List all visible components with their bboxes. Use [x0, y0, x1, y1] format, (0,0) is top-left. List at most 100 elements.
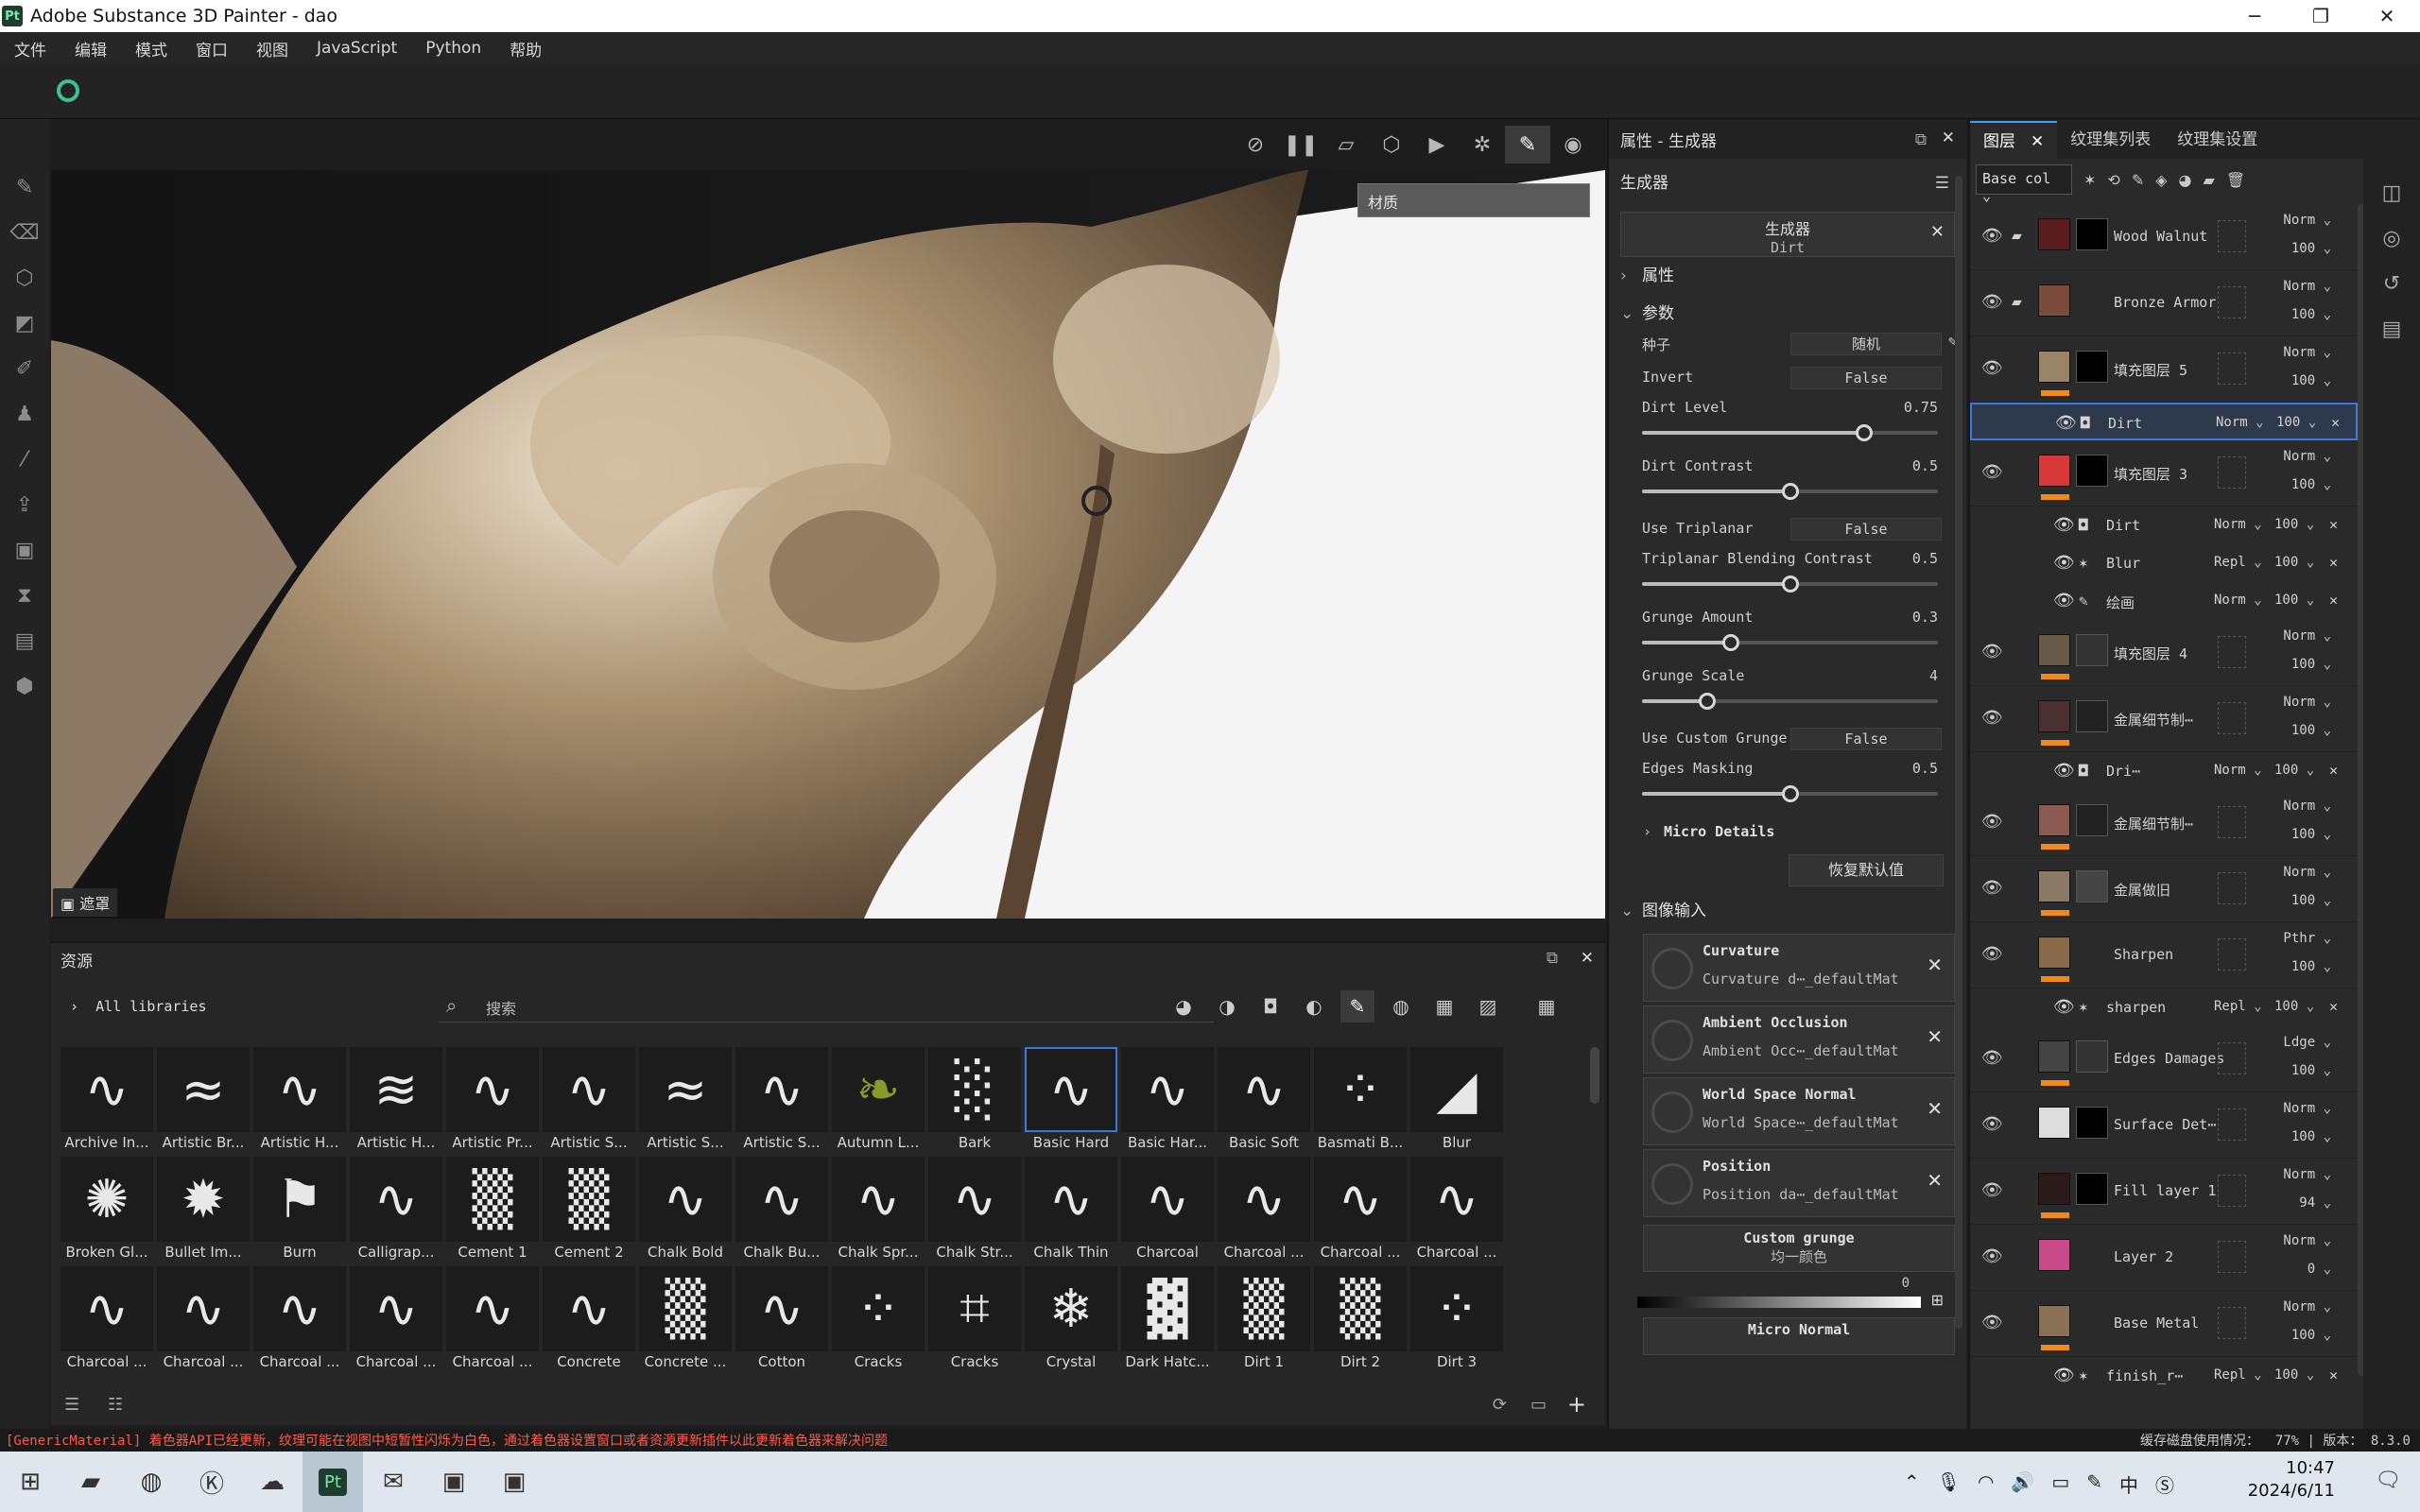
position-input[interactable]: Position Position da⋯_defaultMat ✕	[1643, 1149, 1955, 1217]
effect-row[interactable]: 👁 ✶ finish_r⋯ Repl ⌄ 100 ⌄ ✕	[1970, 1357, 2358, 1395]
opacity-field[interactable]: 100 ⌄	[2291, 827, 2331, 842]
folder-icon[interactable]: ▰	[2012, 226, 2022, 246]
assets-scrollbar[interactable]	[1590, 1047, 1599, 1104]
3d-view-icon[interactable]: ⬡	[1369, 126, 1414, 163]
layer-row[interactable]: 👁 填充图层 5 Norm ⌄ 100 ⌄	[1970, 336, 2358, 403]
folder-icon[interactable]: ▭	[1530, 1395, 1547, 1415]
sogou-icon[interactable]: Ⓢ	[2155, 1470, 2174, 1498]
tab-layers[interactable]: 图层 ✕	[1970, 121, 2058, 159]
blend-mode-select[interactable]: Norm ⌄	[2214, 517, 2262, 532]
edges-masking-slider[interactable]: Edges Masking 0.5	[1609, 754, 1966, 813]
close-tab-icon[interactable]: ✕	[2031, 132, 2044, 151]
opacity-field[interactable]: 94 ⌄	[2299, 1195, 2331, 1211]
edge-browser-icon[interactable]: ◍	[121, 1452, 182, 1512]
remove-effect-icon[interactable]: ✕	[2329, 592, 2338, 609]
add-mask-icon[interactable]: ⟲	[2107, 171, 2119, 189]
sort-icon[interactable]: ☷	[108, 1395, 123, 1415]
attributes-section[interactable]: › 属性	[1609, 257, 1966, 295]
drop-slot[interactable]	[2218, 806, 2246, 838]
grunge-amount-value[interactable]: 0.3	[1912, 609, 1938, 626]
slider-track[interactable]	[1642, 693, 1938, 710]
image-input-section[interactable]: ⌄ 图像输入	[1609, 892, 1966, 930]
notification-icon[interactable]: 🗨	[2375, 1469, 2401, 1492]
windows-start-icon[interactable]: ⊞	[0, 1452, 60, 1512]
layer-row[interactable]: 👁 Base Metal Norm ⌄ 100 ⌄	[1970, 1291, 2358, 1357]
hourglass-icon[interactable]: ⧗	[0, 573, 49, 618]
eye-icon[interactable]: 👁	[1981, 462, 2003, 482]
effect-row[interactable]: 👁 ✶ Blur Repl ⌄ 100 ⌄ ✕	[1970, 544, 2358, 582]
dirt-contrast-slider[interactable]: Dirt Contrast 0.5	[1609, 452, 1966, 510]
custom-grunge-input[interactable]: Custom grunge 均一颜色	[1643, 1225, 1955, 1272]
microphone-icon[interactable]: 🎙	[1937, 1470, 1961, 1498]
micro-details-section[interactable]: › Micro Details	[1609, 813, 1966, 850]
effect-row[interactable]: 👁 ◘ Dri⋯ Norm ⌄ 100 ⌄ ✕	[1970, 752, 2358, 790]
asset-tile[interactable]: ❧ Autumn L...	[832, 1047, 925, 1151]
asset-tile[interactable]: ∿ Artistic Pr...	[446, 1047, 539, 1151]
asset-tile[interactable]: ✹ Bullet Im...	[157, 1157, 250, 1261]
opacity-field[interactable]: 100 ⌄	[2291, 1328, 2331, 1343]
dirt-level-slider[interactable]: Dirt Level 0.75	[1609, 393, 1966, 452]
asset-tile[interactable]: ≈ Artistic S...	[639, 1047, 732, 1151]
eye-icon[interactable]: 👁	[1981, 1313, 2003, 1332]
clear-input-icon[interactable]: ✕	[1927, 954, 1943, 976]
hide-ui-icon[interactable]: ⊘	[1233, 126, 1278, 163]
slider-knob[interactable]	[1781, 483, 1799, 500]
battery-icon[interactable]: ▭	[2051, 1470, 2069, 1498]
slider-track[interactable]	[1642, 483, 1938, 500]
ambient-occlusion-input[interactable]: Ambient Occlusion Ambient Occ⋯_defaultMat…	[1643, 1005, 1955, 1074]
asset-tile[interactable]: ∿ Basic Hard	[1025, 1047, 1117, 1151]
asset-tile[interactable]: ∿ Chalk Thin	[1025, 1157, 1117, 1261]
blend-mode-select[interactable]: Repl ⌄	[2214, 555, 2262, 570]
slider-track[interactable]	[1642, 424, 1938, 441]
remove-effect-icon[interactable]: ✕	[2329, 1366, 2338, 1383]
color-picker-icon[interactable]: ⁄	[0, 437, 49, 482]
minimize-button[interactable]: ─	[2221, 0, 2288, 32]
mask-thumbnail[interactable]	[2076, 351, 2108, 383]
asset-tile[interactable]: ∿ Artistic S...	[735, 1047, 828, 1151]
asset-tile[interactable]: ∿ Charcoal ...	[253, 1266, 346, 1370]
library-selector[interactable]: › All libraries	[70, 998, 207, 1015]
triplanar-blending-value[interactable]: 0.5	[1912, 550, 1938, 567]
pen-icon[interactable]: ✎	[2086, 1470, 2102, 1498]
slider-knob[interactable]	[1781, 576, 1799, 593]
eye-icon[interactable]: 👁	[1981, 292, 2003, 312]
opacity-field[interactable]: 0 ⌄	[2308, 1262, 2331, 1277]
asset-tile[interactable]: ▒ Concrete ...	[639, 1266, 732, 1370]
eye-icon[interactable]: 👁	[2053, 997, 2075, 1017]
asset-tile[interactable]: ▒ Cement 1	[446, 1157, 539, 1261]
eye-icon[interactable]: 👁	[2053, 515, 2075, 535]
asset-tile[interactable]: ❄ Crystal	[1025, 1266, 1117, 1370]
invert-toggle[interactable]: False	[1790, 367, 1942, 389]
asset-tile[interactable]: ∿ Charcoal ...	[350, 1266, 442, 1370]
blend-mode-select[interactable]: Norm ⌄	[2214, 763, 2262, 778]
filter-brushes-icon[interactable]: ✎	[1340, 990, 1374, 1022]
file-explorer-icon[interactable]: ▰	[60, 1452, 121, 1512]
polygon-fill-icon[interactable]: ◩	[0, 301, 49, 346]
asset-tile[interactable]: ▓ Dark Hatc...	[1121, 1266, 1214, 1370]
menu-view[interactable]: 视图	[256, 37, 288, 60]
opacity-field[interactable]: 100 ⌄	[2291, 657, 2331, 672]
menu-icon[interactable]: ☰	[1935, 164, 1949, 202]
opacity-field[interactable]: 100 ⌄	[2291, 723, 2331, 738]
maximize-button[interactable]: ❐	[2288, 0, 2354, 32]
layer-row[interactable]: 👁 金属细节制⋯ Norm ⌄ 100 ⌄	[1970, 790, 2358, 856]
curvature-input[interactable]: Curvature Curvature d⋯_defaultMat ✕	[1643, 934, 1955, 1002]
eye-icon[interactable]: 👁	[1981, 944, 2003, 964]
eye-icon[interactable]: 👁	[2055, 413, 2077, 433]
2d-view-icon[interactable]: ▱	[1323, 126, 1369, 163]
camera-icon[interactable]: ▶	[1414, 126, 1460, 163]
clone-stamp-icon[interactable]: ♟	[0, 391, 49, 437]
mask-thumbnail[interactable]	[2076, 804, 2108, 836]
remove-effect-icon[interactable]: ✕	[2331, 414, 2340, 431]
brush-mode-icon[interactable]: ✎	[1505, 126, 1550, 163]
drop-slot[interactable]	[2218, 1241, 2246, 1273]
refresh-icon[interactable]: ⟳	[1493, 1395, 1507, 1415]
blend-mode-select[interactable]: Norm ⌄	[2283, 799, 2331, 814]
layer-row[interactable]: 👁 填充图层 3 Norm ⌄ 100 ⌄	[1970, 440, 2358, 507]
log-icon[interactable]: ▤	[2363, 306, 2420, 352]
dirt-level-value[interactable]: 0.75	[1904, 399, 1938, 416]
asset-tile[interactable]: ⁘ Cracks	[832, 1266, 925, 1370]
clear-input-icon[interactable]: ✕	[1927, 1025, 1943, 1048]
blend-mode-select[interactable]: Norm ⌄	[2283, 1101, 2331, 1116]
use-triplanar-toggle[interactable]: False	[1790, 518, 1942, 541]
